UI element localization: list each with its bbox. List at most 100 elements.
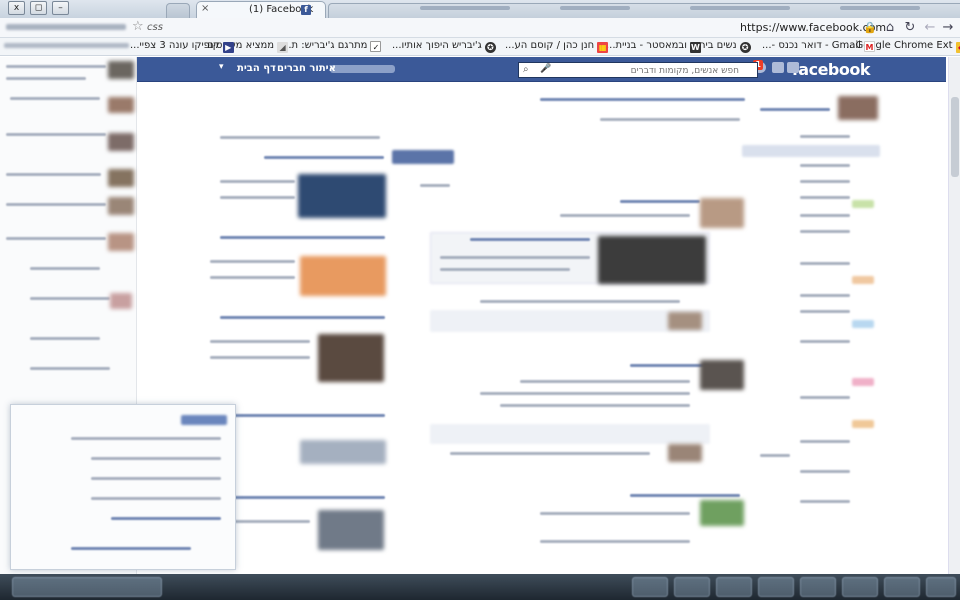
chat-popup-window[interactable] [10,404,236,570]
search-icon[interactable]: ⌕ [523,64,529,75]
blurred-text [91,477,221,480]
user-name-blurred[interactable] [330,65,395,73]
omnibox-secondary-text[interactable]: css [147,22,163,33]
tab-title-blurred [420,6,510,10]
checkbox-icon: ✓ [370,41,382,52]
taskbar-item[interactable] [674,577,710,597]
settings-dropdown-icon[interactable]: ▾ [219,62,224,72]
os-taskbar [0,574,960,600]
bookmark-item[interactable]: ▶קופיקו עונה 3 צפיי... [130,40,234,54]
bookmark-item[interactable]: ✪ג'יבריש היפוך אותיו... [392,40,496,54]
blurred-icon [852,378,874,386]
taskbar-item[interactable] [800,577,836,597]
bookmark-item[interactable]: MGmail - דואר נכנס -... [762,40,875,54]
blurred-text [800,396,850,399]
blurred-text [480,392,690,395]
blurred-text [6,65,106,68]
home-link[interactable]: דף הבית [237,63,276,74]
blurred-icon [852,276,874,284]
blurred-text [560,214,690,217]
bookmark-label: ג'יבריש היפוך אותיו... [392,40,482,51]
blurred-text [6,203,106,206]
bookmark-star-icon[interactable]: ☆ [132,19,144,34]
facebook-favicon-icon: f [301,5,311,15]
tab-close-icon[interactable]: × [201,3,209,14]
blurred-text [440,256,590,259]
blurred-text [220,316,385,319]
blurred-text [800,470,850,473]
forward-arrow-icon[interactable]: ← [922,20,938,36]
chrome-store-icon: ◆ [955,42,960,53]
blurred-text [420,184,450,187]
tab-title-blurred [560,6,630,10]
taskbar-item[interactable] [926,577,956,597]
blurred-text [630,494,740,497]
find-friends-link[interactable]: איתור חברים [277,63,336,74]
taskbar-item[interactable] [632,577,668,597]
taskbar-item[interactable] [758,577,794,597]
search-input[interactable] [518,62,758,78]
toolbar-blurred-extensions [6,24,126,30]
tab-title-blurred [840,6,920,10]
blurred-text [220,196,295,199]
page-scrollbar[interactable] [948,57,960,574]
bookmark-label: Gmail - דואר נכנס -... [762,40,861,51]
blurred-text [30,367,110,370]
blurred-text [71,437,221,440]
bookmarks-bar: ◆Google Chrome Ext... MGmail - דואר נכנס… [0,38,960,56]
blurred-text [210,260,295,263]
video-icon: ▶ [222,42,234,53]
window-close-button[interactable]: x [8,1,25,15]
blurred-button [392,150,454,164]
blurred-thumbnail [318,334,384,382]
scrollbar-thumb[interactable] [951,97,959,177]
blurred-text [800,310,850,313]
blurred-text [470,238,590,241]
lock-icon[interactable]: 🔒 [862,20,878,36]
blurred-thumbnail [700,198,744,228]
blurred-text [91,497,221,500]
taskbar-item[interactable] [884,577,920,597]
blurred-text [800,164,850,167]
blurred-text [210,340,310,343]
new-tab-button[interactable] [166,3,190,18]
blurred-thumbnail [598,236,706,284]
taskbar-item[interactable] [716,577,752,597]
blurred-thumbnail [108,233,134,251]
blurred-thumbnail [300,256,386,296]
bookmark-item[interactable]: ✓מתרגם ג'יבריש: ת... [282,40,382,54]
blurred-text [500,404,690,407]
microphone-icon[interactable]: 🎤 [540,64,551,74]
bookmark-item[interactable]: ▦חנן כהן / קוסם הע... [505,40,609,54]
blurred-text [630,364,710,367]
reload-icon[interactable]: ↻ [902,20,918,36]
taskbar-item[interactable] [12,577,162,597]
blurred-text [220,180,295,183]
facebook-logo[interactable]: facebook [792,60,871,79]
blurred-icon [852,420,874,428]
blurred-thumbnail [108,133,134,151]
taskbar-item[interactable] [842,577,878,597]
tab-facebook[interactable]: × (1) Facebook f [196,1,326,18]
blurred-text [800,340,850,343]
window-maximize-button[interactable]: ◻ [30,1,47,15]
blurred-text [800,180,850,183]
blurred-text [30,297,110,300]
window-minimize-button[interactable]: – [52,1,69,15]
browser-titlebar: x ◻ – × (1) Facebook f [0,0,960,18]
blurred-text [800,440,850,443]
bookmarks-blurred [4,43,129,48]
friend-requests-icon[interactable] [787,62,801,76]
blurred-text [6,77,86,80]
blurred-thumbnail [108,61,134,79]
blurred-comment-box [430,424,710,444]
messages-icon[interactable] [772,62,786,76]
blurred-thumbnail [298,174,386,218]
home-icon[interactable]: ⌂ [882,20,898,36]
blurred-text [800,135,850,138]
back-arrow-icon[interactable]: → [940,20,956,36]
blurred-text [800,500,850,503]
blurred-text [220,496,385,499]
bookmark-item[interactable]: Wובמאסטר - בניית... [606,40,701,54]
magic-icon: ▦ [597,42,609,53]
